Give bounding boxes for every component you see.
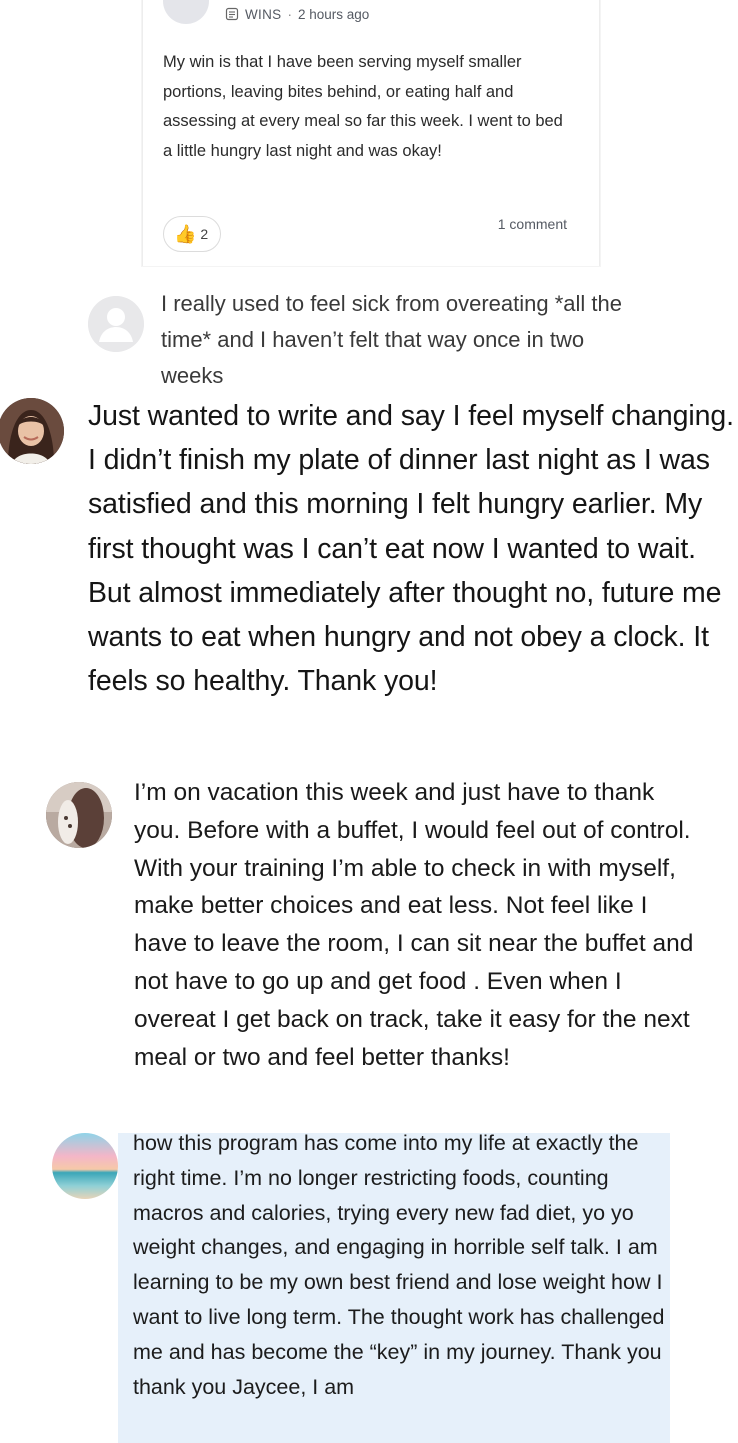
comment-text: how this program has come into my life a…	[133, 1131, 665, 1399]
like-count: 2	[200, 226, 209, 242]
thumbs-up-icon: 👍	[174, 224, 197, 244]
post-meta: WINS · 2 hours ago	[225, 4, 369, 24]
comments-link[interactable]: 1 comment	[498, 216, 567, 232]
post-category[interactable]: WINS	[245, 7, 281, 22]
user-avatar-photo	[46, 782, 112, 848]
meta-separator: ·	[287, 6, 292, 22]
author-avatar[interactable]	[163, 0, 209, 24]
comment-text: I really used to feel sick from overeati…	[161, 291, 623, 388]
like-button[interactable]: 👍 2	[163, 216, 222, 252]
comment-text: I’m on vacation this week and just have …	[134, 779, 694, 1071]
post-body: My win is that I have been serving mysel…	[163, 53, 563, 160]
beach-sunset-avatar	[52, 1133, 118, 1199]
woman-avatar-photo	[0, 398, 64, 464]
post-card: WINS · 2 hours ago My win is that I have…	[142, 0, 600, 266]
comment-text: Just wanted to write and say I feel myse…	[88, 400, 734, 698]
post-timestamp: 2 hours ago	[297, 6, 370, 22]
document-icon	[225, 7, 239, 21]
default-user-icon	[88, 296, 144, 352]
